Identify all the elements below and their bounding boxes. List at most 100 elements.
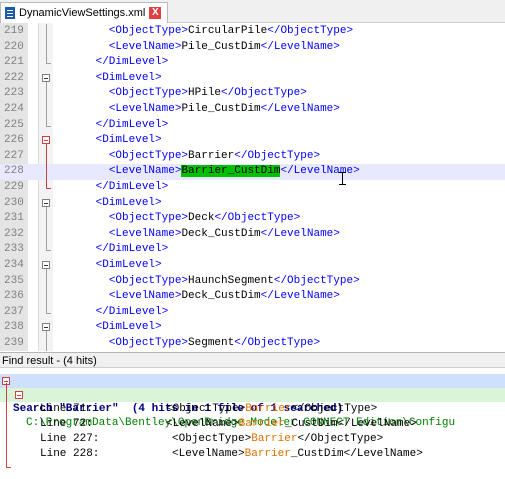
fold-guide [46,39,47,56]
xml-open-tag: <LevelName> [108,290,182,303]
hit-text: <LevelName>Barrier_CustDim</LevelName> [166,417,417,431]
hit-match: Barrier [238,418,285,430]
code-text: <ObjectType>HPile</ObjectType> [56,86,307,102]
find-file-row[interactable]: C:\ProgramData\Bentley\OpenBridge Modele… [0,388,505,429]
text-cursor-icon [339,172,346,185]
hit-prefix: <ObjectType> [172,433,252,445]
xml-close-tag: </LevelName> [260,227,340,240]
find-result-panel[interactable]: Search "Barrier" (4 hits in 1 file of 1 … [0,369,505,479]
xml-value: Pile_CustDim [181,40,261,53]
fold-guide [46,117,47,126]
code-line[interactable]: 239 <ObjectType>Segment</ObjectType> [0,336,505,351]
code-text: </DimLevel> [56,305,169,321]
hit-suffix: _CustDim</LevelName> [284,418,417,430]
code-line[interactable]: 228 <LevelName>Barrier_CustDim</LevelNam… [0,164,505,180]
hit-line-label: Line 72: [40,418,93,430]
xml-close-tag: </DimLevel> [95,305,169,318]
hit-match: Barrier [244,448,291,460]
code-line[interactable]: 237 </DimLevel> [0,304,505,321]
xml-value: HPile [188,87,222,100]
fold-guide [46,242,47,251]
fold-guide [46,148,47,165]
code-line[interactable]: 220 <LevelName>Pile_CustDim</LevelName> [0,39,505,56]
selected-text: Barrier_CustDim [181,165,281,178]
xml-open-tag: <DimLevel> [95,134,162,147]
code-line[interactable]: 238 <DimLevel> [0,320,505,336]
tab-file[interactable]: DynamicViewSettings.xml X [0,2,169,23]
line-number: 222 [4,71,24,84]
line-number: 220 [4,40,24,53]
fold-guide [46,226,47,243]
find-hit-row[interactable]: Line 228: <LevelName>Barrier_CustDim</Lev… [0,447,505,461]
xml-open-tag: <ObjectType> [108,337,189,349]
hit-suffix: </ObjectType> [291,403,378,415]
code-line[interactable]: 226 <DimLevel> [0,133,505,149]
line-number: 221 [4,56,24,69]
code-line[interactable]: 223 <ObjectType>HPile</ObjectType> [0,86,505,102]
code-line[interactable]: 231 <ObjectType>Deck</ObjectType> [0,211,505,227]
code-text: <DimLevel> [56,320,162,336]
find-tree-guide [6,383,7,467]
code-line[interactable]: 235 <ObjectType>HaunchSegment</ObjectTyp… [0,273,505,290]
xml-open-tag: <ObjectType> [108,212,189,225]
line-number: 219 [4,25,24,37]
code-line[interactable]: 219 <ObjectType>CircularPile</ObjectType… [0,24,505,40]
fold-guide-end [46,63,51,65]
fold-guide [46,24,47,40]
xml-close-tag: </ObjectType> [273,274,360,287]
xml-value: Deck_CustDim [181,227,261,240]
code-line[interactable]: 233 </DimLevel> [0,242,505,258]
code-text: <ObjectType>HaunchSegment</ObjectType> [56,274,360,290]
fold-guide [46,102,47,118]
code-text: </DimLevel> [56,242,169,258]
code-text: </DimLevel> [56,118,169,134]
fold-toggle-icon[interactable] [42,73,50,82]
hit-text: <ObjectType>Barrier</ObjectType> [172,432,383,446]
xml-open-tag: <LevelName> [108,227,182,240]
fold-guide [46,55,47,64]
fold-toggle-icon[interactable] [42,198,50,207]
code-text: <LevelName>Pile_CustDim</LevelName> [56,40,340,56]
fold-guide [46,86,47,102]
xml-open-tag: <DimLevel> [95,259,162,271]
code-line[interactable]: 230 <DimLevel> [0,196,505,212]
hit-line-label: Line 228: [40,448,100,460]
code-line[interactable]: 229 </DimLevel> [0,180,505,196]
fold-toggle-icon[interactable] [42,323,50,332]
find-hit-row[interactable]: Line 227: <ObjectType>Barrier</ObjectType… [0,432,505,446]
code-line[interactable]: 225 </DimLevel> [0,117,505,134]
line-number: 237 [4,305,24,318]
find-hit-row[interactable]: Line 72: <LevelName>Barrier_CustDim</Leve… [0,417,505,431]
fold-toggle-icon[interactable] [42,136,50,145]
xml-close-tag: </LevelName> [260,290,340,303]
code-text: <ObjectType>Deck</ObjectType> [56,211,300,227]
collapse-file-icon[interactable] [15,391,23,399]
xml-open-tag: <ObjectType> [108,149,189,162]
code-line[interactable]: 234 <DimLevel> [0,258,505,274]
code-text: </DimLevel> [56,180,169,196]
xml-value: CircularPile [188,25,268,37]
fold-toggle-icon[interactable] [42,261,50,269]
code-line[interactable]: 227 <ObjectType>Barrier</ObjectType> [0,148,505,165]
hit-match: Barrier [245,403,292,415]
code-line[interactable]: 232 <LevelName>Deck_CustDim</LevelName> [0,226,505,243]
line-number: 234 [4,259,24,271]
code-line[interactable]: 221 </DimLevel> [0,55,505,71]
find-search-summary[interactable]: Search "Barrier" (4 hits in 1 file of 1 … [0,374,505,415]
code-line[interactable]: 236 <LevelName>Deck_CustDim</LevelName> [0,289,505,305]
xml-value: HaunchSegment [188,274,274,287]
fold-guide [46,164,47,180]
code-line[interactable]: 222 <DimLevel> [0,71,505,87]
line-number: 231 [4,212,24,225]
close-tab-icon[interactable]: X [149,7,162,19]
xml-open-tag: <LevelName> [108,165,182,178]
fold-guide [46,336,47,351]
find-hit-row[interactable]: Line 71: <ObjectType>Barrier</ObjectType> [0,402,505,416]
code-editor[interactable]: 219 <ObjectType> CircularPile </ObjectType… [0,23,505,351]
code-line[interactable]: 224 <LevelName>Pile_CustDim</LevelName> [0,102,505,118]
